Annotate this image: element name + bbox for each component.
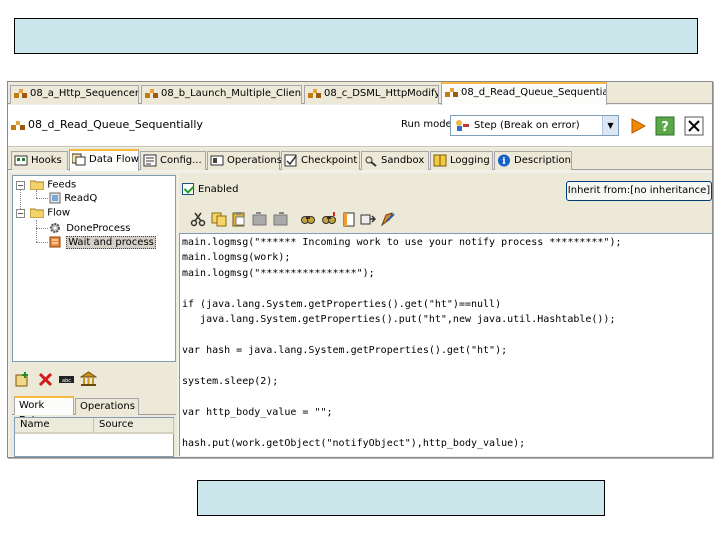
tab-operations[interactable]: Operations <box>207 151 282 170</box>
doc-tab-http-sequencer[interactable]: 08_a_Http_Sequencer <box>10 85 139 104</box>
tree-toolbar: abc <box>10 369 177 391</box>
inherit-from-button[interactable]: Inherit from:[no inheritance] <box>566 181 712 201</box>
runmode-select[interactable]: Step (Break on error) ▼ <box>450 115 619 136</box>
assembly-line-icon <box>145 89 158 98</box>
library-icon[interactable] <box>80 371 97 387</box>
editor-toolbar <box>182 209 702 229</box>
tab-hooks[interactable]: Hooks <box>11 151 68 170</box>
tree-connector <box>36 220 37 242</box>
close-icon[interactable] <box>684 116 704 136</box>
tree-node-readq[interactable]: ReadQ <box>49 192 97 205</box>
tree-node-flow[interactable]: Flow <box>29 207 70 220</box>
rename-icon[interactable]: abc <box>58 371 75 387</box>
work-entry-tab-bar: Work Entry Operations <box>12 396 176 426</box>
tab-work-entry[interactable]: Work Entry <box>14 396 74 426</box>
config-editor-window: 08_a_Http_Sequencer 08_b_Launch_Multiple… <box>7 81 713 458</box>
code-line: var http_body_value = ""; <box>182 407 333 418</box>
document-tab-bar: 08_a_Http_Sequencer 08_b_Launch_Multiple… <box>8 82 712 105</box>
operations-icon <box>210 155 224 165</box>
connector-icon <box>49 192 61 204</box>
find-icon[interactable] <box>300 211 316 227</box>
script-edit-icon[interactable] <box>380 211 396 227</box>
work-entry-table: Name Source <box>14 417 174 457</box>
folder-icon <box>29 208 45 219</box>
checkpoint-icon <box>284 154 297 166</box>
assembly-line-icon <box>11 121 25 130</box>
code-line: hash.put(work.getObject("notifyObject"),… <box>182 438 526 449</box>
info-icon: i <box>498 154 510 167</box>
collapse-flow-toggle[interactable]: − <box>16 209 25 218</box>
tree-node-doneprocess[interactable]: DoneProcess <box>49 222 130 235</box>
runmode-value: Step (Break on error) <box>474 120 580 131</box>
bottom-callout-box <box>197 480 605 516</box>
doc-tab-dsml-httpmodify[interactable]: 08_c_DSML_HttpModify <box>304 85 439 104</box>
run-icon[interactable] <box>628 116 648 136</box>
tab-checkpoint[interactable]: Checkpoint <box>281 151 360 170</box>
delete-icon[interactable] <box>37 371 54 387</box>
bookmark-icon[interactable] <box>341 211 357 227</box>
tab-sandbox[interactable]: Sandbox <box>361 151 429 170</box>
tree-node-wait-and-process[interactable]: Wait and process <box>49 236 156 249</box>
tab-config[interactable]: Config... <box>140 151 206 170</box>
tab-data-flow[interactable]: Data Flow <box>69 149 139 171</box>
code-line: main.logmsg("****************"); <box>182 268 375 279</box>
svg-text:abc: abc <box>62 378 71 384</box>
logging-icon <box>433 154 447 166</box>
assembly-line-icon <box>445 88 458 97</box>
doc-tab-read-queue-sequentially[interactable]: 08_d_Read_Queue_Sequentially <box>441 82 607 105</box>
folder-icon <box>29 180 45 191</box>
tab-description[interactable]: i Description <box>494 151 572 170</box>
enabled-label: Enabled <box>198 184 239 195</box>
tree-connector <box>36 242 48 243</box>
sandbox-icon <box>365 156 377 167</box>
doc-tab-launch-multiple-clients[interactable]: 08_b_Launch_Multiple_Clients <box>141 85 302 104</box>
copy-icon[interactable] <box>211 211 227 227</box>
assembly-line-icon <box>14 89 27 98</box>
column-header-source[interactable]: Source <box>94 418 174 434</box>
config-icon <box>143 154 157 166</box>
code-line: if (java.lang.System.getProperties().get… <box>182 299 502 310</box>
redo-icon[interactable] <box>272 211 288 227</box>
svg-text:i: i <box>502 157 506 167</box>
flow-tree-panel: − Feeds ReadQ − Flow DoneProcess Wait an… <box>10 173 177 457</box>
column-header-name[interactable]: Name <box>15 418 94 434</box>
paste-icon[interactable] <box>231 211 247 227</box>
svg-text:?: ? <box>661 120 669 135</box>
data-flow-icon <box>72 153 86 165</box>
add-component-icon[interactable] <box>15 371 32 387</box>
collapse-feeds-toggle[interactable]: − <box>16 181 25 190</box>
gear-icon <box>50 223 60 233</box>
enabled-checkbox[interactable] <box>182 183 194 195</box>
script-editor[interactable]: main.logmsg("****** Incoming work to use… <box>179 233 712 456</box>
find-replace-icon[interactable] <box>321 211 337 227</box>
tool-tab-bar: Hooks Data Flow Config... Operations Che… <box>8 148 712 171</box>
tree-connector <box>36 198 48 199</box>
hooks-icon <box>14 155 28 165</box>
assembly-line-icon <box>308 89 321 98</box>
tab-logging[interactable]: Logging <box>430 151 493 170</box>
undo-icon[interactable] <box>252 211 268 227</box>
chevron-down-icon[interactable]: ▼ <box>602 116 618 135</box>
process-title: 08_d_Read_Queue_Sequentially <box>28 118 203 131</box>
code-line: main.logmsg(work); <box>182 252 291 263</box>
code-line: main.logmsg("****** Incoming work to use… <box>182 237 622 248</box>
flow-tree: − Feeds ReadQ − Flow DoneProcess Wait an… <box>12 175 176 362</box>
code-line: var hash = java.lang.System.getPropertie… <box>182 345 508 356</box>
code-line: system.sleep(2); <box>182 376 279 387</box>
script-panel: Enabled Inherit from:[no inheritance] ma… <box>179 173 712 456</box>
goto-line-icon[interactable] <box>360 211 376 227</box>
process-header: 08_d_Read_Queue_Sequentially Run mode St… <box>8 105 712 147</box>
tree-node-feeds[interactable]: Feeds <box>29 179 76 192</box>
tree-connector <box>36 228 48 229</box>
runmode-label: Run mode <box>401 119 452 130</box>
enabled-row: Enabled <box>182 183 238 195</box>
code-line: java.lang.System.getProperties().put("ht… <box>182 314 616 325</box>
script-icon <box>49 236 61 248</box>
cut-icon[interactable] <box>190 211 206 227</box>
help-icon[interactable]: ? <box>655 116 675 136</box>
step-runner-icon <box>456 120 469 131</box>
top-callout-box <box>14 18 698 54</box>
tab-sub-operations[interactable]: Operations <box>75 398 139 415</box>
